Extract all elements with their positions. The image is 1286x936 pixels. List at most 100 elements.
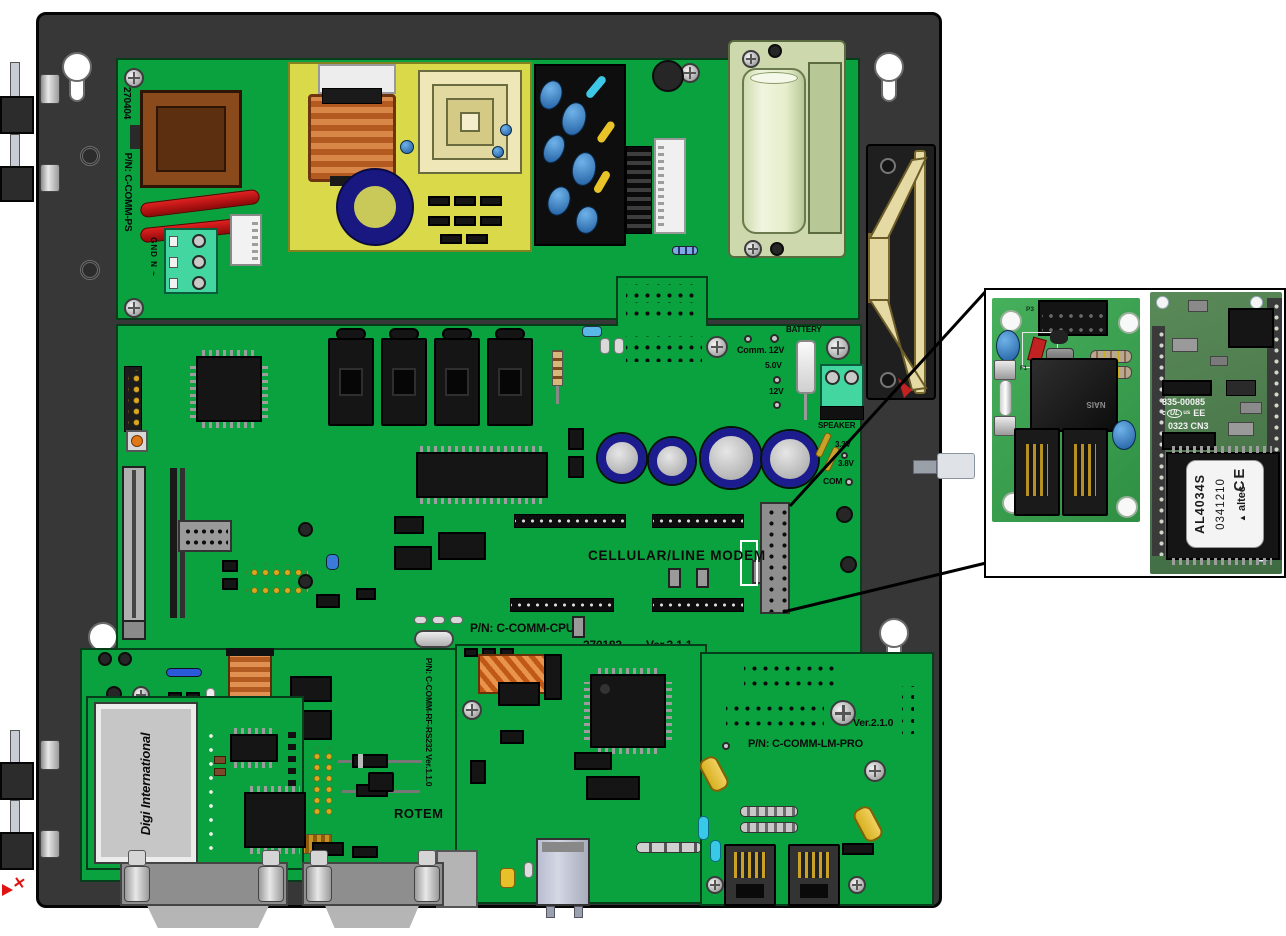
ethernet-jack-lip: [542, 842, 584, 852]
speaker-rim: [914, 150, 926, 394]
diode-band: [358, 754, 363, 768]
screw: [706, 876, 724, 894]
jack-screw: [124, 866, 150, 902]
soic-ic: [568, 456, 584, 478]
capacitor-cyan: [582, 326, 602, 337]
capacitor-silver: [414, 616, 427, 624]
transistor: [368, 772, 394, 792]
panel-hole: [80, 260, 100, 280]
fuse-lead: [804, 394, 807, 420]
terminal-screw: [825, 370, 840, 385]
board-hole: [652, 60, 684, 92]
connector-bar: [10, 730, 20, 766]
capacitor-cyan: [710, 840, 721, 862]
chip-pins: [262, 362, 268, 418]
connector-bar: [10, 62, 20, 100]
smd-photo: [1210, 356, 1228, 366]
small-connector: [668, 568, 681, 588]
reset-button-cap: [131, 435, 143, 447]
via: [840, 556, 857, 573]
digi-logo: Digi International: [138, 714, 154, 854]
jack-screw-cap: [310, 850, 328, 866]
heatsink-fins: [626, 146, 652, 234]
ul-mark: UL: [1167, 409, 1182, 418]
terminal-screw: [192, 255, 206, 269]
silkscreen-outline: [740, 540, 758, 586]
screw: [462, 700, 482, 720]
db9-shell: [320, 906, 424, 928]
idc-pins: [182, 524, 228, 548]
crystal-oscillator: [414, 630, 454, 648]
cert-code: EE: [1193, 408, 1205, 418]
via: [298, 522, 313, 537]
diode: [428, 196, 450, 206]
relay-photo: [1030, 358, 1118, 432]
test-pad: [773, 401, 781, 409]
psu-slot: [130, 125, 140, 149]
speaker-hole: [880, 158, 896, 174]
diode: [480, 216, 502, 226]
relay-slot: [392, 368, 416, 396]
diode: [428, 216, 450, 226]
pad-grid: [902, 686, 914, 734]
screw: [706, 336, 728, 358]
psu-coil-transformer: [308, 94, 396, 182]
soic-ic: [438, 532, 486, 560]
relay-brand-label: NAIS: [1078, 398, 1114, 410]
fuse-glass: [999, 380, 1012, 416]
cpu-part-number: P/N: C-COMM-CPU: [470, 621, 574, 635]
connector-strip: [652, 598, 744, 612]
connector-block: [0, 832, 34, 870]
smd-part: [222, 560, 238, 572]
smd-part: [464, 648, 478, 657]
terminal-screw: [192, 276, 206, 290]
capacitor-silver: [600, 338, 610, 354]
capacitor-blue-disc: [1112, 420, 1136, 450]
battery-side-panel: [808, 62, 842, 234]
rj11-slot: [736, 884, 764, 898]
v5-label: 5.0V: [765, 360, 782, 370]
smd-part: [470, 760, 486, 784]
chip-serial: 0341210: [1211, 461, 1231, 547]
toroid-inductor: [338, 170, 412, 244]
hex-standoff: [40, 830, 60, 858]
smd-part: [352, 846, 378, 858]
battery-cell: [742, 68, 806, 234]
screw: [826, 336, 850, 360]
chip-pins: [190, 362, 196, 418]
rj11-pins-photo: [1026, 444, 1048, 496]
smd-photo: [1228, 422, 1254, 436]
comm-12v-label: Comm. 12V: [737, 345, 784, 355]
keyhole-mount: [62, 52, 92, 82]
terminal-pin: [169, 236, 178, 247]
mounting-hole: [1156, 296, 1169, 309]
module-date-code: 0323 CN3: [1168, 421, 1209, 431]
relay-slot: [445, 368, 469, 396]
cert-suffix: us: [1183, 410, 1190, 416]
speaker-hub: [868, 233, 890, 303]
soic-ic: [544, 654, 562, 700]
qfp-ic-photo: [1228, 308, 1274, 348]
header-pins: [128, 370, 139, 428]
com-label: COM: [823, 476, 842, 486]
rj11-slot: [800, 884, 828, 898]
pad-grid: [744, 656, 838, 688]
psu-coil-bracket: [322, 88, 382, 104]
panel-hole: [80, 146, 100, 166]
diode: [480, 196, 502, 206]
capacitor-yellow: [500, 868, 515, 888]
relay-cap: [495, 328, 525, 340]
mounting-hole: [1118, 312, 1140, 334]
card-guide-base: [122, 620, 146, 640]
rj11-pins: [734, 852, 766, 878]
psu-serial-label: 270404: [120, 81, 132, 125]
module-part-number: 835-00085: [1162, 397, 1205, 407]
hardware-assembly-diagram: 270404 P/N: C-COMM-PS GND N ~: [0, 0, 1286, 936]
terminal-pin: [169, 278, 178, 289]
pad-grid: [626, 336, 702, 362]
connector-pins: [252, 220, 258, 260]
rj11-pins: [798, 852, 830, 878]
keyhole-mount: [874, 52, 904, 82]
connector-pins: [658, 146, 664, 226]
smd-photo: [1188, 300, 1208, 312]
